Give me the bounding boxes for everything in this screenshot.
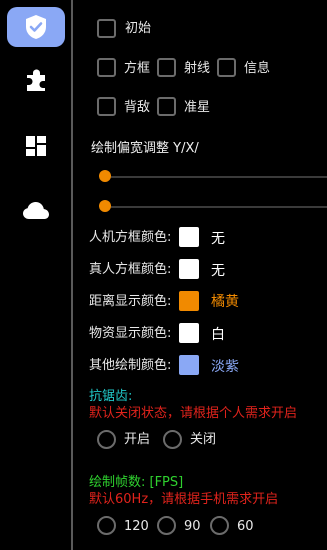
offset-x-slider-thumb[interactable] [99, 200, 111, 212]
distance-color-swatch[interactable] [179, 291, 199, 311]
sidebar-item-plugins[interactable] [7, 60, 65, 100]
supplies-color-swatch[interactable] [179, 323, 199, 343]
crosshair-checkbox[interactable] [157, 97, 176, 116]
antialias-off-label: 关闭 [190, 432, 217, 447]
back-enemy-label: 背敌 [124, 100, 151, 115]
initial-label: 初始 [125, 21, 152, 36]
offset-title: 绘制偏宽调整 Y/X/ [91, 141, 199, 156]
antialias-title: 抗锯齿: [89, 389, 133, 404]
draw-settings-panel: 初始 方框 射线 信息 背敌 准星 绘制偏宽调整 Y/X/ 人机方框颜色: 无 … [73, 0, 327, 550]
offset-y-slider-thumb[interactable] [99, 170, 111, 182]
fps-note: 默认60Hz，请根据手机需求开启 [89, 492, 279, 507]
cloud-icon [23, 202, 49, 219]
fps-120-label: 120 [124, 519, 149, 534]
antialias-off-radio[interactable] [163, 430, 182, 449]
bot-box-color-swatch[interactable] [179, 227, 199, 247]
fps-60-label: 60 [237, 519, 254, 534]
real-box-color-label: 真人方框颜色: [89, 262, 172, 277]
ray-label: 射线 [184, 61, 211, 76]
box-label: 方框 [124, 61, 151, 76]
info-label: 信息 [244, 61, 271, 76]
sidebar-item-layout[interactable] [7, 126, 65, 166]
fps-60-radio[interactable] [210, 516, 229, 535]
crosshair-label: 准星 [184, 100, 211, 115]
bot-box-color-label: 人机方框颜色: [89, 230, 172, 245]
other-color-label: 其他绘制颜色: [89, 358, 172, 373]
initial-checkbox[interactable] [97, 19, 116, 38]
offset-y-track[interactable] [105, 176, 327, 178]
sidebar-item-cloud[interactable] [7, 190, 65, 230]
supplies-color-value: 白 [211, 327, 225, 343]
info-checkbox[interactable] [217, 58, 236, 77]
fps-90-radio[interactable] [157, 516, 176, 535]
shield-check-icon [26, 15, 46, 39]
distance-color-label: 距离显示颜色: [89, 294, 172, 309]
real-box-color-value: 无 [211, 263, 225, 279]
antialias-on-label: 开启 [124, 432, 151, 447]
real-box-color-swatch[interactable] [179, 259, 199, 279]
antialias-on-radio[interactable] [97, 430, 116, 449]
sidebar [0, 0, 70, 550]
box-checkbox[interactable] [97, 58, 116, 77]
dashboard-icon [26, 136, 46, 156]
fps-title: 绘制帧数: [FPS] [89, 475, 184, 490]
distance-color-value: 橘黄 [211, 294, 239, 310]
fps-90-label: 90 [184, 519, 201, 534]
puzzle-icon [27, 69, 45, 91]
other-color-swatch[interactable] [179, 355, 199, 375]
antialias-note: 默认关闭状态，请根据个人需求开启 [89, 406, 298, 421]
bot-box-color-value: 无 [211, 231, 225, 247]
supplies-color-label: 物资显示颜色: [89, 326, 172, 341]
back-enemy-checkbox[interactable] [97, 97, 116, 116]
offset-x-track[interactable] [105, 206, 327, 208]
fps-120-radio[interactable] [97, 516, 116, 535]
ray-checkbox[interactable] [157, 58, 176, 77]
sidebar-item-draw[interactable] [7, 7, 65, 47]
other-color-value: 淡紫 [211, 359, 239, 375]
